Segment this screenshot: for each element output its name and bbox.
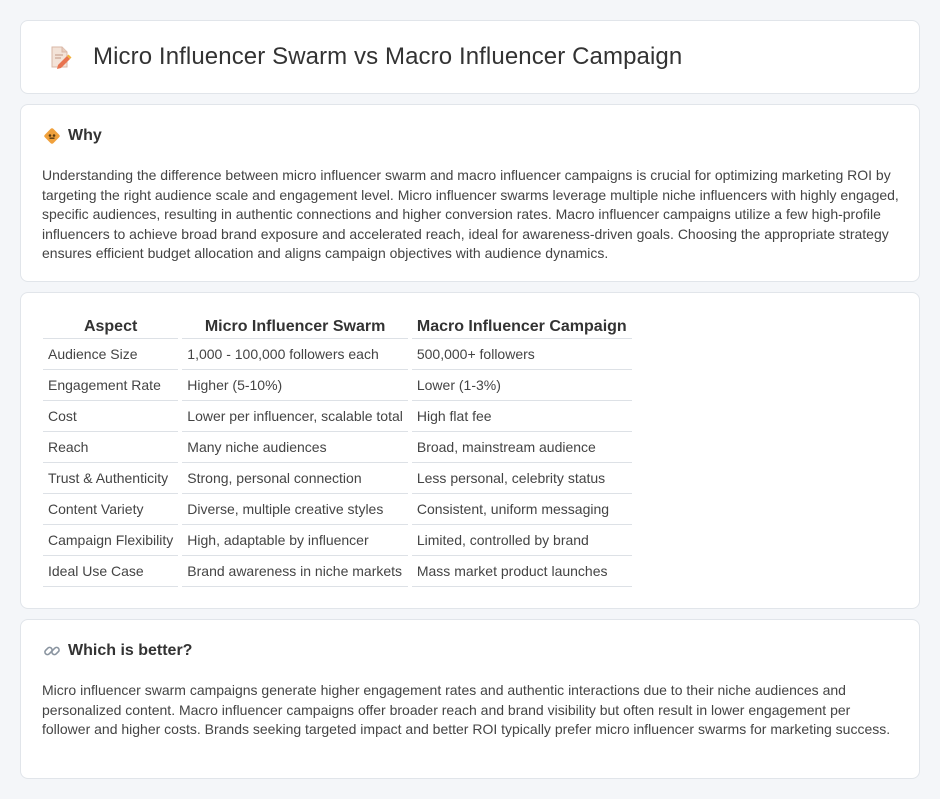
cell-macro: Broad, mainstream audience xyxy=(411,432,632,463)
why-section: Why Understanding the difference between… xyxy=(20,104,920,282)
table-row: Content Variety Diverse, multiple creativ… xyxy=(43,494,632,525)
page-title: Micro Influencer Swarm vs Macro Influenc… xyxy=(93,43,683,70)
better-paragraph: Micro influencer swarm campaigns generat… xyxy=(42,682,891,738)
cell-micro: Lower per influencer, scalable total xyxy=(182,401,408,432)
cell-aspect: Content Variety xyxy=(43,494,179,525)
header-micro: Micro Influencer Swarm xyxy=(182,315,408,339)
cell-micro: Many niche audiences xyxy=(182,432,408,463)
cell-micro: Strong, personal connection xyxy=(182,463,408,494)
why-paragraph: Understanding the difference between mic… xyxy=(42,167,899,262)
table-row: Audience Size 1,000 - 100,000 followers e… xyxy=(43,339,632,370)
table-row: Engagement Rate Higher (5-10%) Lower (1-3%… xyxy=(43,370,632,401)
cell-aspect: Cost xyxy=(43,401,179,432)
document-edit-icon xyxy=(51,46,72,69)
cell-aspect: Reach xyxy=(43,432,179,463)
link-icon xyxy=(44,646,60,656)
header-card: Micro Influencer Swarm vs Macro Influenc… xyxy=(20,20,920,94)
cell-macro: 500,000+ followers xyxy=(411,339,632,370)
why-heading: Why xyxy=(68,127,102,144)
cell-macro: Limited, controlled by brand xyxy=(411,525,632,556)
cell-macro: High flat fee xyxy=(411,401,632,432)
cell-aspect: Ideal Use Case xyxy=(43,556,179,587)
cell-aspect: Campaign Flexibility xyxy=(43,525,179,556)
cell-macro: Mass market product launches xyxy=(411,556,632,587)
cell-micro: Higher (5-10%) xyxy=(182,370,408,401)
why-heading-row: Why xyxy=(43,127,102,145)
cell-micro: Brand awareness in niche markets xyxy=(182,556,408,587)
cell-macro: Consistent, uniform messaging xyxy=(411,494,632,525)
which-is-better-section: Which is better? Micro influencer swarm … xyxy=(20,619,920,779)
cell-micro: High, adaptable by influencer xyxy=(182,525,408,556)
cell-aspect: Engagement Rate xyxy=(43,370,179,401)
table-row: Campaign Flexibility High, adaptable by i… xyxy=(43,525,632,556)
cell-micro: Diverse, multiple creative styles xyxy=(182,494,408,525)
cell-macro: Lower (1-3%) xyxy=(411,370,632,401)
title-row: Micro Influencer Swarm vs Macro Influenc… xyxy=(47,43,682,71)
table-body: Audience Size 1,000 - 100,000 followers e… xyxy=(43,339,632,587)
diamond-sign-icon xyxy=(44,128,60,144)
table-row: Ideal Use Case Brand awareness in niche m… xyxy=(43,556,632,587)
table-row: Reach Many niche audiences Broad, mainstre… xyxy=(43,432,632,463)
comparison-table: Aspect Micro Influencer Swarm Macro Infl… xyxy=(43,315,632,587)
header-aspect: Aspect xyxy=(43,315,179,339)
cell-micro: 1,000 - 100,000 followers each xyxy=(182,339,408,370)
table-header-row: Aspect Micro Influencer Swarm Macro Infl… xyxy=(43,315,632,339)
comparison-section: Aspect Micro Influencer Swarm Macro Infl… xyxy=(20,292,920,609)
better-heading-row: Which is better? xyxy=(43,642,192,660)
cell-aspect: Audience Size xyxy=(43,339,179,370)
table-row: Trust & Authenticity Strong, personal con… xyxy=(43,463,632,494)
cell-macro: Less personal, celebrity status xyxy=(411,463,632,494)
better-heading: Which is better? xyxy=(68,642,193,659)
table-row: Cost Lower per influencer, scalable total… xyxy=(43,401,632,432)
header-macro: Macro Influencer Campaign xyxy=(411,315,632,339)
cell-aspect: Trust & Authenticity xyxy=(43,463,179,494)
